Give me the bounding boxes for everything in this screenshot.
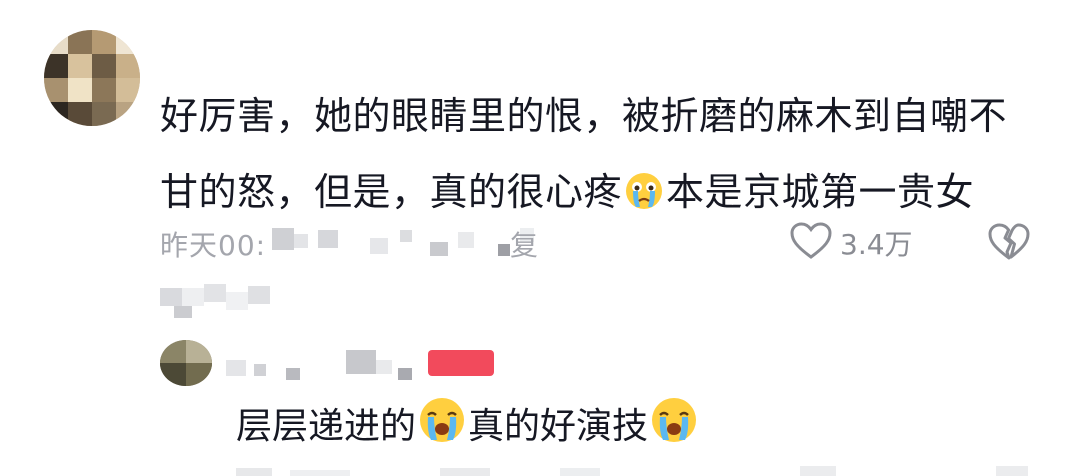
pixelated-meta-mosaic bbox=[272, 228, 534, 256]
comment-line-2-part-2: 本是京城第一贵女 bbox=[666, 170, 975, 214]
commenter-avatar[interactable] bbox=[44, 30, 140, 126]
broken-heart-icon bbox=[988, 223, 1030, 266]
like-button[interactable]: 3.4万 bbox=[790, 220, 913, 266]
reply-text: 层层递进的 真的好演技 bbox=[236, 396, 1056, 461]
author-badge bbox=[428, 350, 494, 376]
comment-line-1: 好厉害，她的眼睛里的恨，被折磨的麻木到自嘲不 bbox=[160, 94, 1008, 138]
crying-face-icon bbox=[624, 160, 664, 236]
like-count: 3.4万 bbox=[840, 228, 913, 261]
comment-meta: 昨天00: 复 bbox=[160, 222, 538, 266]
reply-button[interactable]: 复 bbox=[510, 224, 538, 264]
crying-face-icon bbox=[650, 396, 698, 461]
pixelated-expand-line bbox=[160, 284, 270, 318]
cutoff-next-row bbox=[236, 466, 1028, 476]
dislike-button[interactable] bbox=[988, 222, 1030, 264]
reply-text-part-2: 真的好演技 bbox=[468, 406, 649, 447]
crying-face-icon bbox=[418, 396, 466, 461]
pixelated-reply-username bbox=[226, 350, 412, 380]
heart-outline-icon bbox=[790, 222, 832, 264]
comment-time: 昨天00: bbox=[160, 229, 267, 262]
reply-avatar[interactable] bbox=[160, 340, 212, 386]
comment-text: 好厉害，她的眼睛里的恨，被折磨的麻木到自嘲不 甘的怒，但是，真的很心疼 本是京城… bbox=[160, 78, 1060, 236]
reply-text-part-1: 层层递进的 bbox=[236, 406, 417, 447]
comment-line-2-part-1: 甘的怒，但是，真的很心疼 bbox=[160, 170, 623, 214]
